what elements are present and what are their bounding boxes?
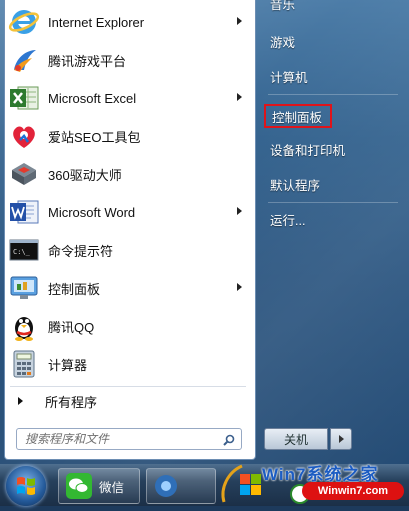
program-internet-explorer[interactable]: Internet Explorer [4,4,250,40]
program-label: 腾讯QQ [48,319,95,335]
watermark-url: Winwin7.com [302,482,404,500]
program-aizhan-seo[interactable]: 爱站SEO工具包 [4,118,250,154]
program-label: 腾讯游戏平台 [48,53,127,69]
submenu-arrow-icon [237,207,242,215]
right-item-music[interactable]: 音乐 [262,0,404,16]
taskbar-app-label: 微信 [99,480,125,495]
right-item-computer[interactable]: 计算机 [262,63,404,89]
command-prompt-icon: C:\_ [8,234,40,266]
excel-icon [8,82,40,114]
submenu-arrow-icon [237,283,242,291]
right-item-label: 默认程序 [270,178,321,193]
right-item-label: 设备和打印机 [270,143,346,158]
qq-penguin-icon [8,310,40,342]
app-icon [155,475,177,497]
shutdown-options-button[interactable] [330,428,352,450]
right-item-games[interactable]: 游戏 [262,28,404,54]
program-calculator[interactable]: 计算器 [4,346,250,382]
taskbar-app-button[interactable] [146,468,216,504]
divider [268,94,398,95]
shutdown-label: 关机 [283,432,308,447]
calculator-icon [8,348,40,380]
right-item-default-programs[interactable]: 默认程序 [262,171,404,197]
seo-toolkit-icon [8,120,40,152]
wechat-icon [66,473,92,499]
program-360-driver[interactable]: 360驱动大师 [4,156,250,192]
program-label: 爱站SEO工具包 [48,129,141,145]
program-label: 360驱动大师 [48,167,122,183]
all-programs-label: 所有程序 [45,394,98,410]
all-programs-button[interactable]: 所有程序 [4,388,250,414]
program-microsoft-excel[interactable]: Microsoft Excel [4,80,250,116]
search-input[interactable] [25,431,215,447]
right-item-label: 游戏 [270,35,296,50]
windows-logo-icon [17,477,35,495]
divider [268,202,398,203]
program-microsoft-word[interactable]: Microsoft Word [4,194,250,230]
tencent-game-icon [8,44,40,76]
word-icon [8,196,40,228]
program-label: Internet Explorer [48,14,145,30]
program-label: 命令提示符 [48,243,114,259]
svg-text:C:\_: C:\_ [13,248,31,256]
program-tencent-qq[interactable]: 腾讯QQ [4,308,250,344]
triangle-right-icon [18,397,23,405]
right-item-label: 运行... [270,213,306,228]
right-item-label: 计算机 [270,70,308,85]
program-control-panel[interactable]: 控制面板 [4,270,250,306]
program-label: Microsoft Excel [48,90,137,106]
right-item-devices-printers[interactable]: 设备和打印机 [262,136,404,162]
shutdown-button[interactable]: 关机 [264,428,328,450]
submenu-arrow-icon [237,93,242,101]
program-label: 计算器 [48,357,88,373]
right-item-label: 音乐 [270,0,296,12]
submenu-arrow-icon [237,17,242,25]
driver-master-icon [8,158,40,190]
program-label: Microsoft Word [48,204,136,220]
program-command-prompt[interactable]: C:\_ 命令提示符 [4,232,250,268]
divider [10,386,246,387]
start-button[interactable] [6,466,46,506]
right-item-label: 控制面板 [272,110,323,125]
right-item-control-panel[interactable]: 控制面板 [264,104,332,128]
right-item-run[interactable]: 运行... [262,206,404,232]
program-label: 控制面板 [48,281,101,297]
taskbar-wechat-button[interactable]: 微信 [58,468,140,504]
internet-explorer-icon [8,6,40,38]
search-box[interactable] [16,428,242,450]
search-icon[interactable] [223,433,235,446]
control-panel-icon [8,272,40,304]
program-tencent-game[interactable]: 腾讯游戏平台 [4,42,250,78]
